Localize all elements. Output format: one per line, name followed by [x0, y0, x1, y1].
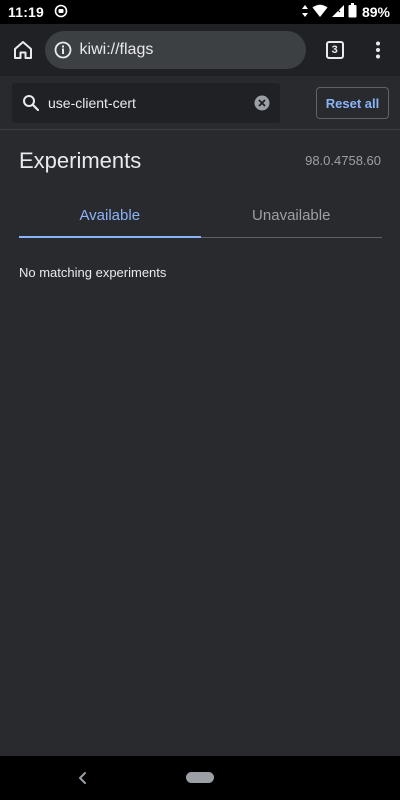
clear-icon: [254, 95, 270, 111]
screen: 11:19 89% kiwi://flags 3 use-client-cert…: [0, 0, 400, 800]
search-icon: [23, 95, 40, 112]
menu-button[interactable]: [356, 28, 400, 72]
tab-available[interactable]: Available: [19, 194, 201, 238]
search-input[interactable]: use-client-cert: [48, 95, 246, 111]
tab-count: 3: [325, 41, 344, 59]
battery-icon: [348, 3, 357, 21]
clear-search-button[interactable]: [246, 87, 278, 119]
tab-unavailable[interactable]: Unavailable: [201, 194, 383, 237]
back-chevron-icon: [79, 772, 86, 784]
nav-home-pill[interactable]: [186, 772, 214, 783]
home-icon: [13, 41, 32, 59]
page-title: Experiments: [19, 148, 142, 173]
system-nav-bar: [0, 756, 400, 800]
tab-bar: Available Unavailable: [19, 194, 382, 238]
flags-header: use-client-cert Reset all: [0, 76, 400, 130]
status-time: 11:19: [8, 4, 45, 20]
battery-percent: 89%: [361, 4, 390, 20]
omnibox[interactable]: kiwi://flags: [44, 31, 306, 69]
search-box[interactable]: use-client-cert: [12, 83, 280, 123]
reset-all-button[interactable]: Reset all: [316, 87, 389, 119]
signal-icon: [331, 4, 345, 21]
home-button[interactable]: [1, 28, 45, 72]
wifi-icon: [312, 4, 328, 21]
browser-toolbar: kiwi://flags 3: [0, 24, 400, 76]
nav-back-button[interactable]: [72, 768, 92, 788]
version-label: 98.0.4758.60: [305, 153, 381, 168]
more-vert-icon: [376, 41, 381, 59]
tab-switcher-button[interactable]: 3: [313, 28, 357, 72]
status-bar: 11:19 89%: [0, 0, 400, 24]
experiments-content: Experiments 98.0.4758.60 Available Unava…: [0, 131, 400, 756]
data-arrows-icon: [301, 4, 309, 21]
status-right: 89%: [301, 3, 390, 21]
empty-state-message: No matching experiments: [19, 265, 167, 280]
info-icon[interactable]: [54, 41, 72, 59]
notification-icon: [54, 4, 68, 21]
url-text[interactable]: kiwi://flags: [80, 41, 154, 59]
status-left: 11:19: [8, 4, 68, 21]
